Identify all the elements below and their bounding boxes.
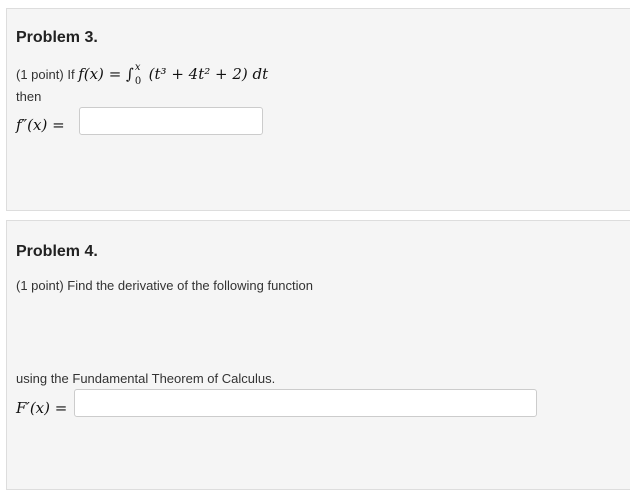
integral-limits: x0 [134,62,144,87]
problem-3-panel: Problem 3. (1 point) If f(x) = ∫ x 0 (t³ +… [6,8,630,211]
problem-4-answer-input[interactable] [74,389,537,417]
problem-3-integrand: (t³ + 4t² + 2) dt [148,65,269,83]
problem-3-then: then [16,89,42,104]
problem-3-answer-label: f″(x) = [16,116,65,134]
problem-3-answer-input[interactable] [79,107,263,135]
problem-4-answer-label: F′(x) = [16,399,68,417]
problem-3-points: (1 point) [16,67,64,82]
problem-3-formula: f(x) = ∫ x 0 (t³ + 4t² + 2) dt [78,62,269,87]
problem-4-panel: Problem 4. (1 point) Find the derivative… [6,220,630,490]
integral-lower-limit: 0 [134,76,142,87]
problem-3-fx: f(x) [78,65,104,83]
problem-3-equals: = [108,65,122,83]
problem-3-if: If [67,67,75,82]
problem-4-title: Problem 4. [16,243,98,260]
problem-3-statement: (1 point) If f(x) = ∫ x 0 (t³ + 4t² + 2) d… [16,62,269,87]
integral-sign: ∫ [126,65,134,83]
problem-4-statement: (1 point) Find the derivative of the fol… [16,278,314,293]
problem-4-method: using the Fundamental Theorem of Calculu… [16,371,276,386]
problem-3-title: Problem 3. [16,29,98,46]
integral-upper-limit: x [134,62,141,73]
